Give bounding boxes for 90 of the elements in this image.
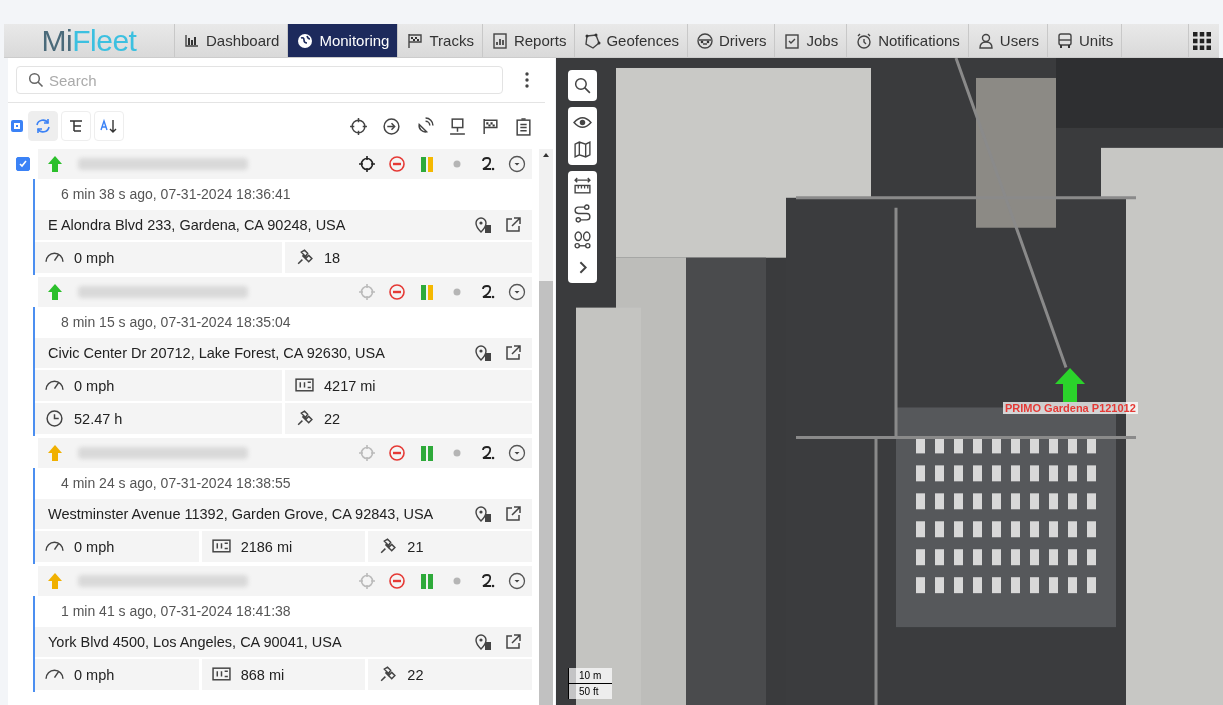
network-icon[interactable]: [448, 116, 467, 136]
checkered-flag-icon[interactable]: [481, 116, 500, 136]
bus-icon: [1056, 31, 1075, 50]
speed-stat: 0 mph: [35, 659, 199, 690]
polygon-icon: [583, 31, 602, 50]
alarm-clock-icon: [855, 31, 874, 50]
crosshair-icon[interactable]: [349, 116, 368, 136]
tree-icon: [67, 117, 85, 135]
expand-icon[interactable]: [508, 155, 526, 173]
address-text: Civic Center Dr 20712, Lake Forest, CA 92630, USA: [48, 345, 386, 361]
sort-icon: [100, 117, 118, 135]
speed-stat: 0 mph: [35, 242, 282, 273]
user-icon: [976, 31, 995, 50]
ruler-icon[interactable]: [573, 177, 592, 196]
nav-tab[interactable]: Geofences: [575, 24, 688, 57]
stop-icon[interactable]: [388, 572, 406, 590]
odometer-stat: 4217 mi: [285, 370, 532, 401]
globe-icon: [296, 31, 315, 50]
unit-checkbox[interactable]: [16, 157, 30, 171]
address-text: York Blvd 4500, Los Angeles, CA 90041, USA: [48, 634, 343, 650]
address-text: Westminster Avenue 11392, Garden Grove, CA 92843, USA: [48, 506, 435, 522]
odometer-icon: [211, 665, 231, 684]
refresh-button[interactable]: [28, 111, 58, 141]
expand-icon[interactable]: [508, 444, 526, 462]
map-pin-icon[interactable]: [474, 633, 492, 651]
nav-tab[interactable]: Jobs: [775, 24, 848, 57]
report-icon: [490, 31, 509, 50]
nav-tab[interactable]: Monitoring: [288, 24, 399, 57]
satellite-icon: [378, 537, 398, 556]
speedometer-icon: [45, 252, 64, 263]
external-link-icon[interactable]: [504, 633, 522, 651]
speed-stat: 0 mph: [35, 370, 282, 401]
nav-tab[interactable]: Drivers: [687, 24, 776, 57]
map-scale: 10 m 50 ft: [568, 668, 612, 699]
scroll-up-arrow-icon[interactable]: [543, 153, 549, 157]
scrollbar[interactable]: [539, 149, 553, 705]
speedometer-icon: [45, 669, 64, 680]
external-link-icon[interactable]: [504, 216, 522, 234]
mifleet-logo: MiFleet: [4, 24, 175, 57]
map-pin-icon[interactable]: [474, 344, 492, 362]
nav-tab[interactable]: Notifications: [847, 24, 969, 57]
odometer-stat: 2186 mi: [201, 531, 366, 562]
satellite-dish-icon[interactable]: [415, 116, 434, 136]
external-link-icon[interactable]: [504, 344, 522, 362]
satellite-icon: [295, 248, 314, 267]
odometer-stat: 868 mi: [201, 659, 366, 690]
expand-icon[interactable]: [508, 283, 526, 301]
nav-tab[interactable]: Tracks: [398, 24, 483, 57]
search-icon[interactable]: [573, 76, 592, 95]
stop-icon[interactable]: [388, 444, 406, 462]
steering-wheel-icon: [695, 31, 714, 50]
refresh-icon: [34, 117, 52, 135]
nav-tab[interactable]: Units: [1048, 24, 1123, 57]
nodes-icon[interactable]: [573, 231, 592, 250]
checkered-flag-icon: [406, 31, 425, 50]
speedometer-icon: [45, 380, 64, 391]
map-pin-icon[interactable]: [474, 216, 492, 234]
hours-stat: 52.47 h: [35, 403, 282, 434]
speedometer-icon: [45, 541, 64, 552]
speed-stat: 0 mph: [35, 531, 199, 562]
clock-icon: [45, 409, 64, 428]
address-text: E Alondra Blvd 233, Gardena, CA 90248, USA: [48, 217, 347, 233]
satellite-icon: [378, 665, 398, 684]
satellite-icon: [295, 409, 314, 428]
external-link-icon[interactable]: [504, 505, 522, 523]
search-field[interactable]: Search: [16, 66, 503, 94]
crosshair-icon[interactable]: [358, 155, 376, 173]
apps-grid-icon[interactable]: [1193, 31, 1211, 50]
satellites-stat: 22: [368, 659, 532, 690]
nav-tab[interactable]: Reports: [482, 24, 576, 57]
tree-view-button[interactable]: [61, 111, 91, 141]
satellites-stat: 22: [285, 403, 532, 434]
search-icon: [28, 72, 44, 88]
select-all-checkbox[interactable]: [11, 120, 23, 132]
clipboard-check-icon: [783, 31, 802, 50]
sort-button[interactable]: [94, 111, 124, 141]
stop-icon[interactable]: [388, 283, 406, 301]
map-pin-icon[interactable]: [474, 505, 492, 523]
nav-tab[interactable]: Users: [968, 24, 1049, 57]
odometer-icon: [295, 376, 314, 395]
arrow-circle-icon[interactable]: [382, 116, 401, 136]
vehicle-label-tooltip: PRIMO Gardena P121012: [1003, 402, 1138, 414]
stop-icon[interactable]: [388, 155, 406, 173]
clipboard-icon[interactable]: [514, 116, 533, 136]
odometer-icon: [211, 537, 231, 556]
map-icon[interactable]: [573, 140, 592, 159]
expand-icon[interactable]: [508, 572, 526, 590]
vehicle-arrow-icon[interactable]: [1055, 368, 1086, 402]
satellites-stat: 18: [285, 242, 532, 273]
satellites-stat: 21: [368, 531, 532, 562]
